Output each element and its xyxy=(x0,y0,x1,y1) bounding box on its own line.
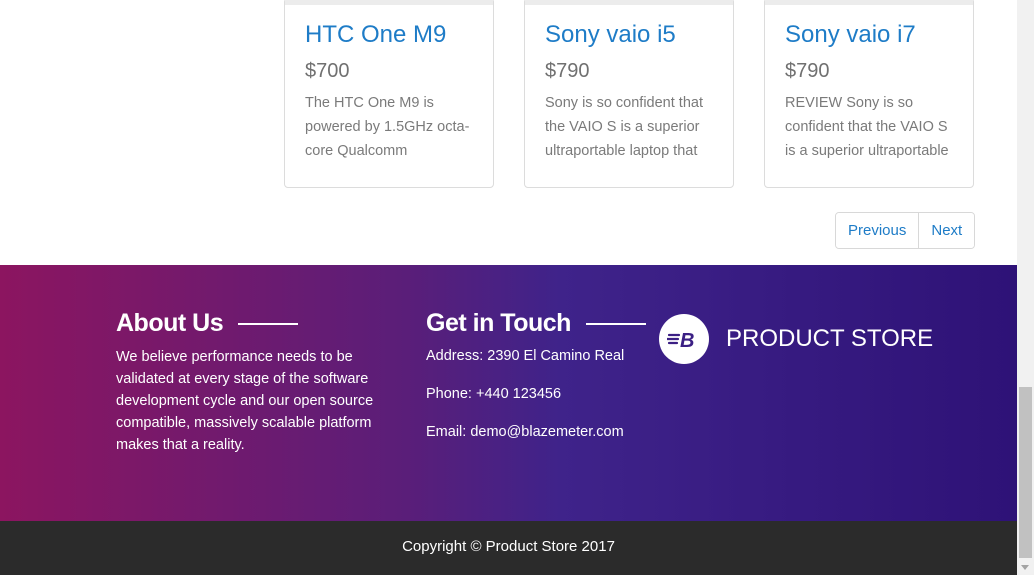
copyright-text: Copyright © Product Store 2017 xyxy=(402,538,615,555)
copyright-bar: Copyright © Product Store 2017 xyxy=(0,521,1017,575)
scrollbar-thumb[interactable] xyxy=(1019,387,1032,558)
product-image[interactable] xyxy=(285,0,493,5)
product-title-link[interactable]: Sony vaio i7 xyxy=(785,21,916,49)
pagination: Previous Next xyxy=(835,212,976,249)
contact-address: Address: 2390 El Camino Real xyxy=(426,348,625,364)
footer: About Us We believe performance needs to… xyxy=(0,265,1017,521)
contact-phone: Phone: +440 123456 xyxy=(426,386,562,402)
product-description: The HTC One M9 is powered by 1.5GHz octa… xyxy=(305,95,470,159)
product-description: REVIEW Sony is so confident that the VAI… xyxy=(785,95,949,159)
about-us-heading: About Us xyxy=(116,309,299,338)
footer-brand: B PRODUCT STORE xyxy=(659,314,933,364)
product-card: Sony vaio i7 $790 REVIEW Sony is so conf… xyxy=(764,0,974,188)
contact-email: Email: demo@blazemeter.com xyxy=(426,424,624,440)
page: HTC One M9 $700 The HTC One M9 is powere… xyxy=(0,0,1017,575)
product-title-link[interactable]: HTC One M9 xyxy=(305,21,446,49)
product-title-link[interactable]: Sony vaio i5 xyxy=(545,21,676,49)
about-us-text: We believe performance needs to be valid… xyxy=(116,349,374,453)
product-image[interactable] xyxy=(525,0,733,5)
product-price: $790 xyxy=(785,60,830,82)
product-card: HTC One M9 $700 The HTC One M9 is powere… xyxy=(284,0,494,188)
next-button[interactable]: Next xyxy=(918,213,975,248)
heading-divider xyxy=(238,322,299,325)
get-in-touch-heading: Get in Touch xyxy=(426,309,646,338)
product-description: Sony is so confident that the VAIO S is … xyxy=(545,95,703,159)
product-image[interactable] xyxy=(765,0,973,5)
vertical-scrollbar[interactable] xyxy=(1017,0,1034,575)
store-name: PRODUCT STORE xyxy=(726,325,934,352)
product-card: Sony vaio i5 $790 Sony is so confident t… xyxy=(524,0,734,188)
product-price: $700 xyxy=(305,60,350,82)
about-us-heading-text: About Us xyxy=(116,309,224,337)
get-in-touch-heading-text: Get in Touch xyxy=(426,309,571,337)
scroll-down-arrow-icon[interactable] xyxy=(1021,565,1029,570)
heading-divider xyxy=(585,322,646,325)
svg-text:B: B xyxy=(680,330,694,351)
blazemeter-logo-icon: B xyxy=(659,314,709,364)
product-price: $790 xyxy=(545,60,590,82)
previous-button[interactable]: Previous xyxy=(836,213,919,248)
